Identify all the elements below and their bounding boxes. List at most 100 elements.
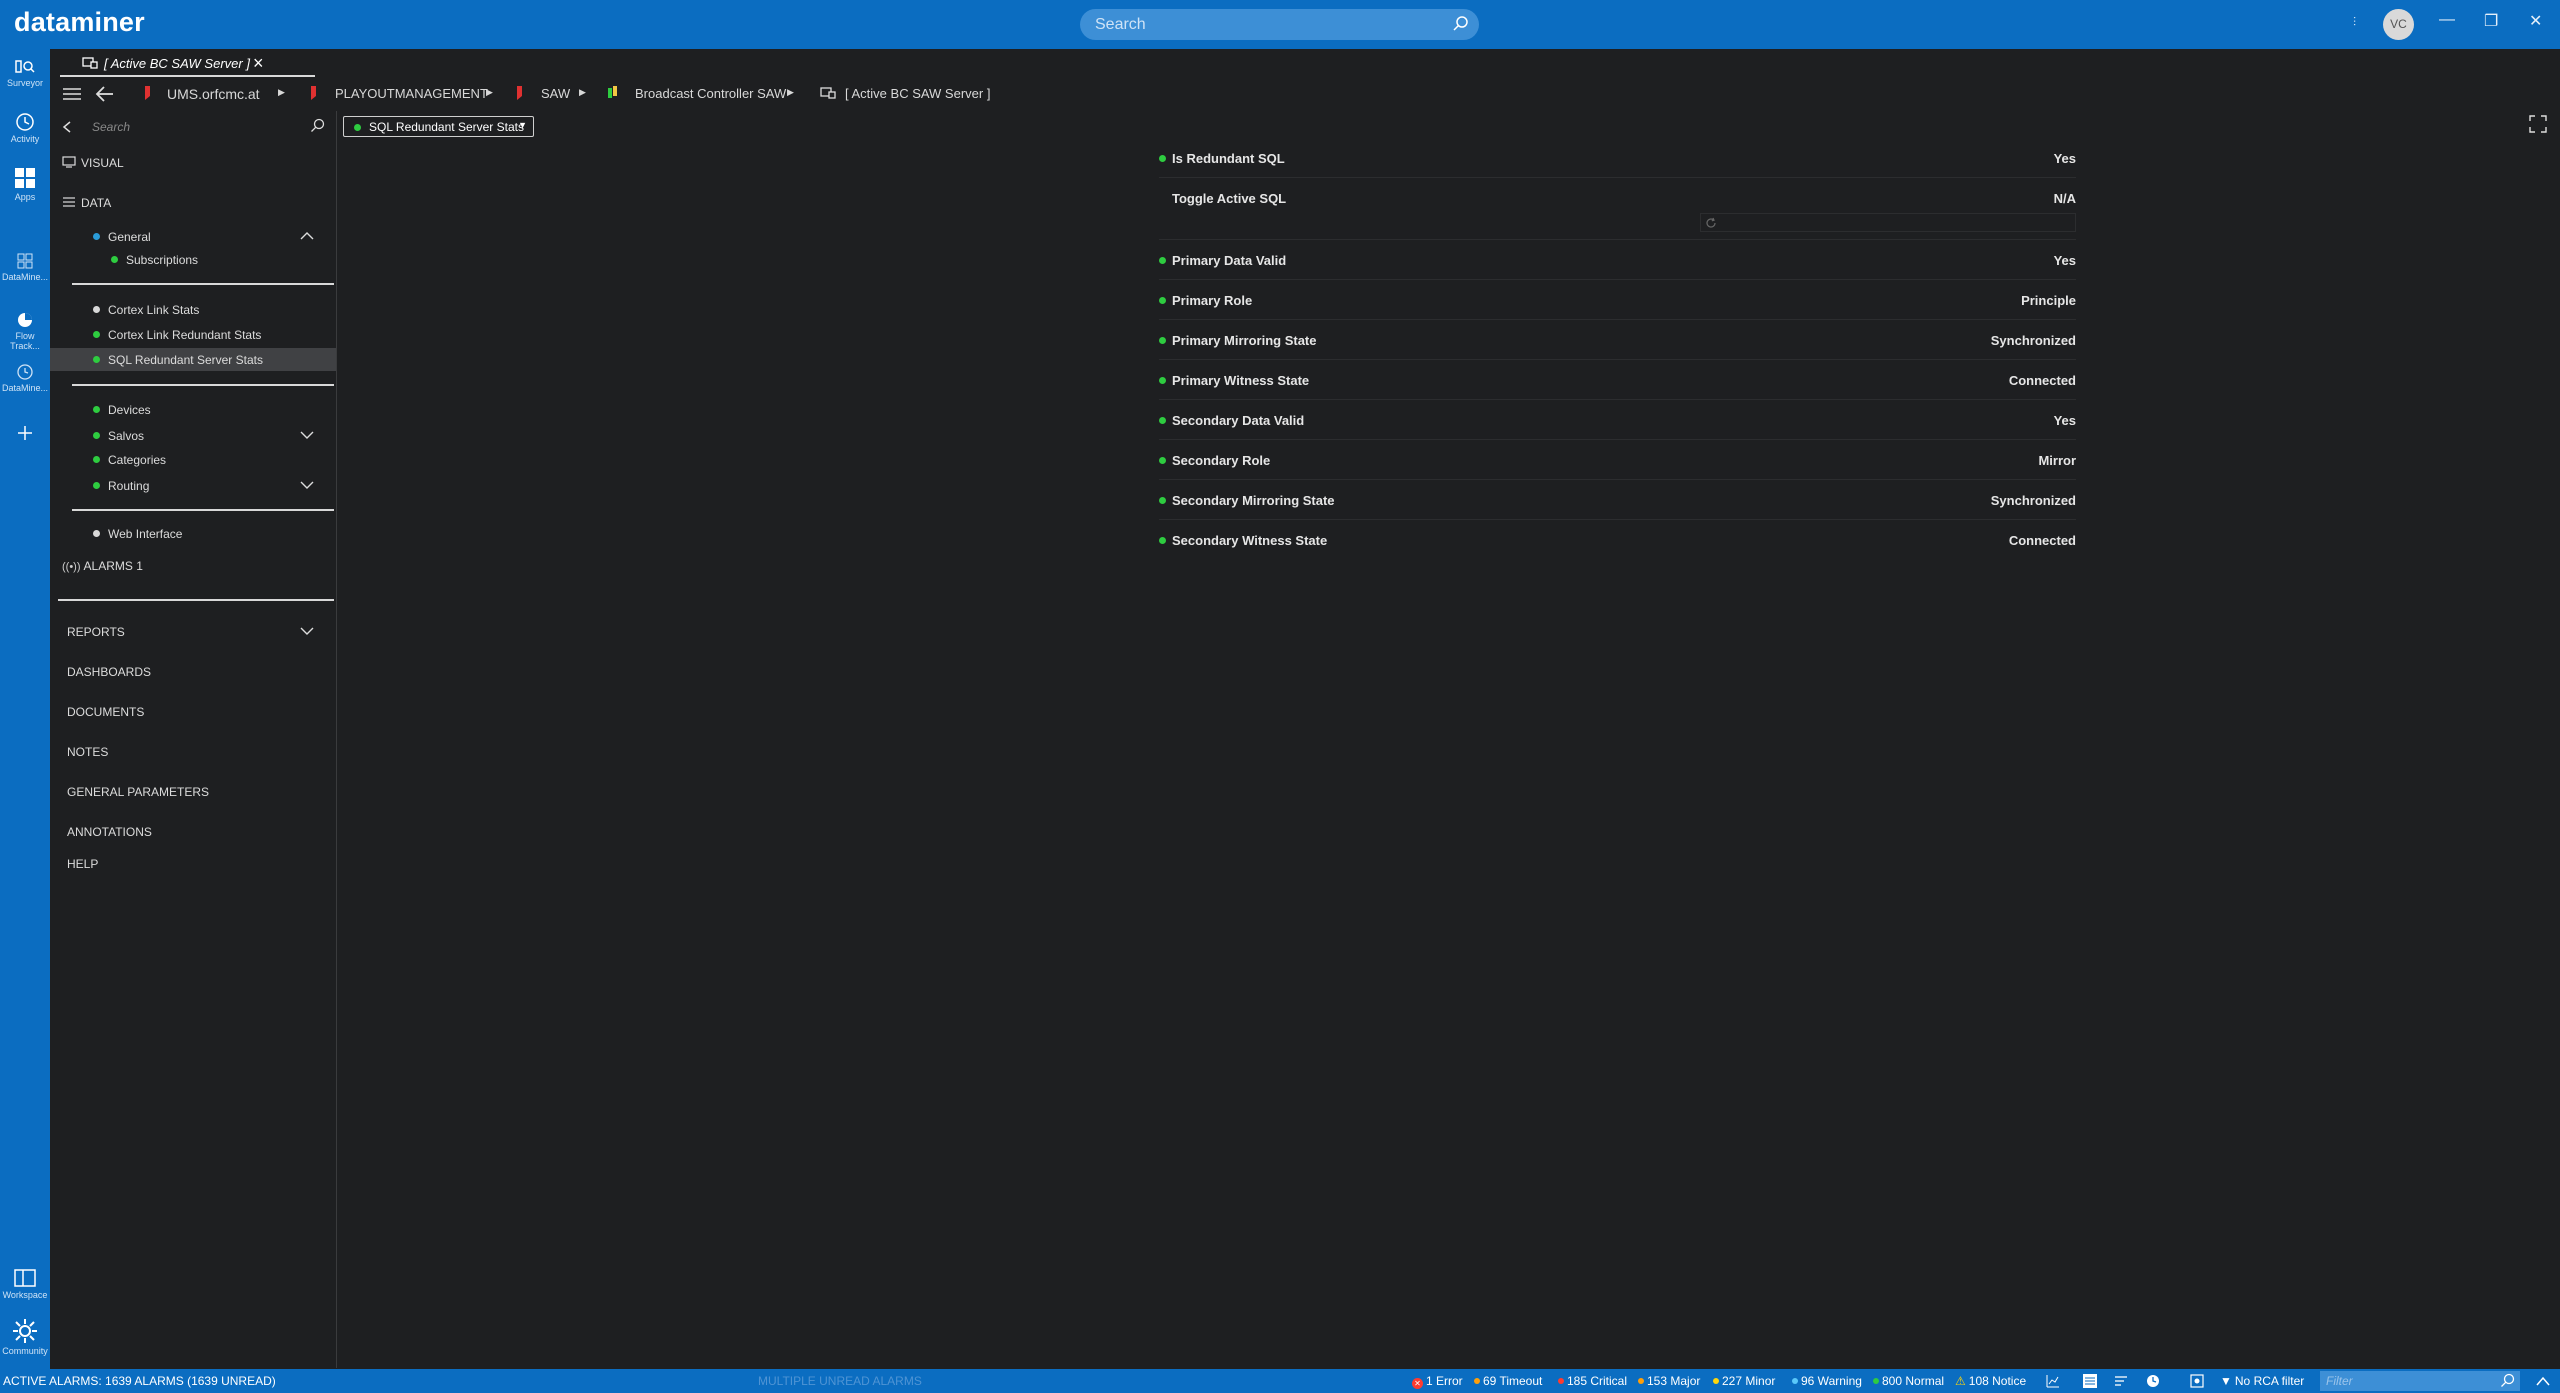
hamburger-menu-icon[interactable] — [62, 86, 82, 102]
warning-count[interactable]: 96 Warning — [1792, 1374, 1862, 1388]
add-app-button[interactable] — [0, 424, 50, 444]
param-row: Primary Witness State Connected — [1159, 360, 2076, 400]
major-count[interactable]: 153 Major — [1638, 1374, 1700, 1388]
sidebar-item-general[interactable]: General — [93, 230, 151, 244]
user-avatar[interactable]: VC — [2383, 9, 2414, 40]
search-icon[interactable] — [1452, 15, 1470, 33]
status-dot — [93, 406, 100, 413]
sidebar-item-dashboards[interactable]: DASHBOARDS — [67, 665, 151, 679]
apps-button[interactable]: Apps — [0, 166, 50, 202]
error-count[interactable]: ✕ 1 Error — [1412, 1374, 1463, 1389]
sidebar-item-salvos[interactable]: Salvos — [93, 429, 144, 443]
page-select-dropdown[interactable]: SQL Redundant Server Stats ▼ — [343, 116, 534, 137]
sidebar-devices-label: Devices — [108, 403, 151, 417]
search-icon[interactable] — [310, 118, 326, 134]
notice-count[interactable]: ⚠ 108 Notice — [1955, 1374, 2026, 1388]
minimize-icon[interactable]: — — [2439, 11, 2455, 29]
sidebar-item-data[interactable]: DATA — [62, 196, 111, 210]
param-value: Mirror — [2038, 453, 2076, 468]
sidebar-item-routing[interactable]: Routing — [93, 479, 149, 493]
timeout-dot — [1474, 1378, 1480, 1384]
breadcrumb: UMS.orfcmc.at ▶ PLAYOUTMANAGEMENT ▶ SAW … — [50, 80, 2560, 108]
sidebar-item-web-interface[interactable]: Web Interface — [93, 527, 182, 541]
sidebar-item-sql-redundant-server-stats[interactable]: SQL Redundant Server Stats — [93, 353, 263, 367]
minor-count[interactable]: 227 Minor — [1713, 1374, 1775, 1388]
param-value: Synchronized — [1990, 333, 2076, 348]
datamine-clock-button[interactable]: DataMine... — [0, 363, 50, 393]
sidebar-sql-redundant-label: SQL Redundant Server Stats — [108, 353, 263, 367]
param-name: Primary Role — [1172, 293, 1253, 308]
search-icon[interactable] — [2500, 1373, 2516, 1389]
sidebar-item-notes[interactable]: NOTES — [67, 745, 108, 759]
sidebar-item-general-parameters[interactable]: GENERAL PARAMETERS — [67, 785, 209, 799]
sidebar-item-subscriptions[interactable]: Subscriptions — [111, 253, 198, 267]
alarm-filter-input[interactable]: Filter — [2320, 1371, 2520, 1391]
sidebar-item-help[interactable]: HELP — [67, 857, 98, 871]
back-arrow-icon[interactable] — [95, 85, 115, 103]
critical-count[interactable]: 185 Critical — [1558, 1374, 1627, 1388]
status-dot — [1159, 377, 1166, 384]
collapse-sidebar-icon[interactable] — [62, 120, 72, 134]
rca-filter[interactable]: ▼ No RCA filter — [2220, 1374, 2304, 1388]
sidebar-item-categories[interactable]: Categories — [93, 453, 166, 467]
sort-lines-icon[interactable] — [2114, 1374, 2128, 1388]
workspace-button[interactable]: Workspace — [0, 1268, 50, 1300]
surveyor-icon — [15, 60, 35, 73]
sidebar-documents-label: DOCUMENTS — [67, 705, 145, 719]
sidebar-item-documents[interactable]: DOCUMENTS — [67, 705, 144, 719]
crumb-ums[interactable]: UMS.orfcmc.at — [167, 86, 260, 102]
close-window-icon[interactable]: ✕ — [2529, 11, 2542, 31]
major-dot — [1638, 1378, 1644, 1384]
sidebar-item-reports[interactable]: REPORTS — [67, 625, 125, 639]
sidebar-item-cortex-link-stats[interactable]: Cortex Link Stats — [93, 303, 199, 317]
sidebar-item-devices[interactable]: Devices — [93, 403, 151, 417]
toggle-active-sql-button[interactable] — [1700, 213, 2076, 232]
chevron-down-icon[interactable] — [300, 624, 314, 638]
community-button[interactable]: Community — [0, 1318, 50, 1356]
status-dot — [93, 530, 100, 537]
global-search-input[interactable]: Search — [1080, 9, 1479, 40]
param-row: Secondary Mirroring State Synchronized — [1159, 480, 2076, 520]
error-label: 1 Error — [1426, 1374, 1463, 1388]
surveyor-button[interactable]: Surveyor — [0, 58, 50, 88]
critical-dot — [1558, 1378, 1564, 1384]
datamine-apps-button[interactable]: DataMine... — [0, 252, 50, 282]
tab-active-bc-saw-server[interactable]: [ Active BC SAW Server ] × — [60, 51, 315, 77]
chevron-up-icon[interactable] — [2536, 1375, 2550, 1387]
chevron-down-icon[interactable] — [300, 478, 314, 492]
apps-label: Apps — [14, 192, 36, 202]
clock-icon[interactable] — [2146, 1374, 2160, 1388]
activity-button[interactable]: Activity — [0, 112, 50, 144]
timeout-count[interactable]: 69 Timeout — [1474, 1374, 1542, 1388]
close-tab-icon[interactable]: × — [253, 53, 264, 74]
sidebar-item-alarms[interactable]: ((•)) ALARMS 1 — [62, 559, 143, 573]
list-view-icon[interactable] — [2082, 1373, 2098, 1389]
sidebar-help-label: HELP — [67, 857, 99, 871]
alarm-broadcast-icon: ((•)) — [62, 561, 81, 573]
chevron-down-icon[interactable] — [300, 428, 314, 442]
restore-icon[interactable]: ❐ — [2484, 11, 2498, 31]
sidebar-reports-label: REPORTS — [67, 625, 125, 639]
sidebar-item-annotations[interactable]: ANNOTATIONS — [67, 825, 152, 839]
flow-track-button[interactable]: Flow Track... — [0, 311, 50, 351]
param-name: Is Redundant SQL — [1172, 151, 1285, 166]
param-name: Secondary Role — [1172, 453, 1271, 468]
active-alarms-text[interactable]: ACTIVE ALARMS: 1639 ALARMS (1639 UNREAD) — [3, 1374, 276, 1388]
focus-icon[interactable] — [2190, 1374, 2204, 1388]
sidebar-item-cortex-link-redundant-stats[interactable]: Cortex Link Redundant Stats — [93, 328, 261, 342]
status-dot — [1159, 337, 1166, 344]
param-value: N/A — [2053, 191, 2076, 206]
crumb-playoutmanagement[interactable]: PLAYOUTMANAGEMENT — [335, 86, 488, 101]
param-value: Yes — [2053, 151, 2076, 166]
fullscreen-icon[interactable] — [2529, 115, 2547, 133]
crumb-active-bc-saw-server[interactable]: [ Active BC SAW Server ] — [845, 86, 990, 101]
overflow-menu-icon[interactable]: ⫶ — [2353, 15, 2356, 30]
chevron-up-icon[interactable] — [300, 229, 314, 243]
crumb-saw[interactable]: SAW — [541, 86, 570, 101]
crumb-broadcast-controller[interactable]: Broadcast Controller SAW — [635, 86, 786, 101]
status-dot — [1159, 297, 1166, 304]
normal-count[interactable]: 800 Normal — [1873, 1374, 1944, 1388]
sidebar-search-input[interactable]: Search — [92, 116, 332, 138]
trend-chart-icon[interactable] — [2046, 1374, 2060, 1388]
sidebar-item-visual[interactable]: VISUAL — [62, 156, 124, 170]
